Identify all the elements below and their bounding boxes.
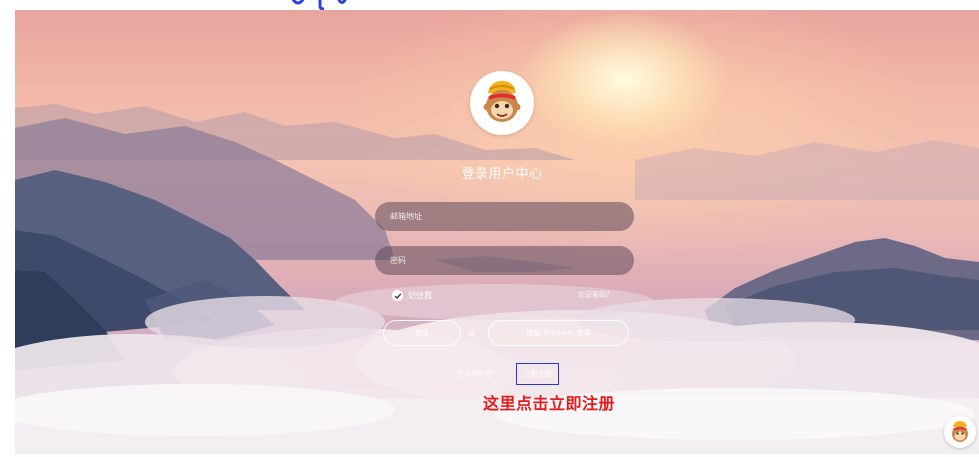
login-page: 登录用户中心 记住我 忘记密码？ 登录 或 使用 Telegram 登录 还没有… xyxy=(15,10,979,454)
remember-me[interactable]: 记住我 xyxy=(392,289,432,302)
monkey-avatar-icon xyxy=(952,421,968,442)
logo xyxy=(470,71,534,135)
monkey-king-logo-icon xyxy=(483,81,521,122)
or-separator: 或 xyxy=(468,329,475,337)
top-bar xyxy=(0,0,979,10)
forgot-password-link[interactable]: 忘记密码？ xyxy=(578,290,613,300)
login-button[interactable]: 登录 xyxy=(383,320,461,346)
password-input[interactable] xyxy=(375,246,634,275)
check-icon xyxy=(394,292,401,299)
login-title: 登录用户中心 xyxy=(461,167,543,182)
email-input[interactable] xyxy=(375,202,634,231)
remember-label: 记住我 xyxy=(408,291,432,300)
corner-avatar[interactable] xyxy=(944,416,976,448)
annotation-caption: 这里点击立即注册 xyxy=(483,394,616,413)
register-link[interactable]: 立即注册 xyxy=(516,363,559,385)
cropped-title-fragment xyxy=(290,0,350,10)
no-account-text: 还没有账号？ xyxy=(457,370,499,378)
remember-checkbox[interactable] xyxy=(392,290,403,301)
telegram-login-button[interactable]: 使用 Telegram 登录 xyxy=(488,320,629,346)
